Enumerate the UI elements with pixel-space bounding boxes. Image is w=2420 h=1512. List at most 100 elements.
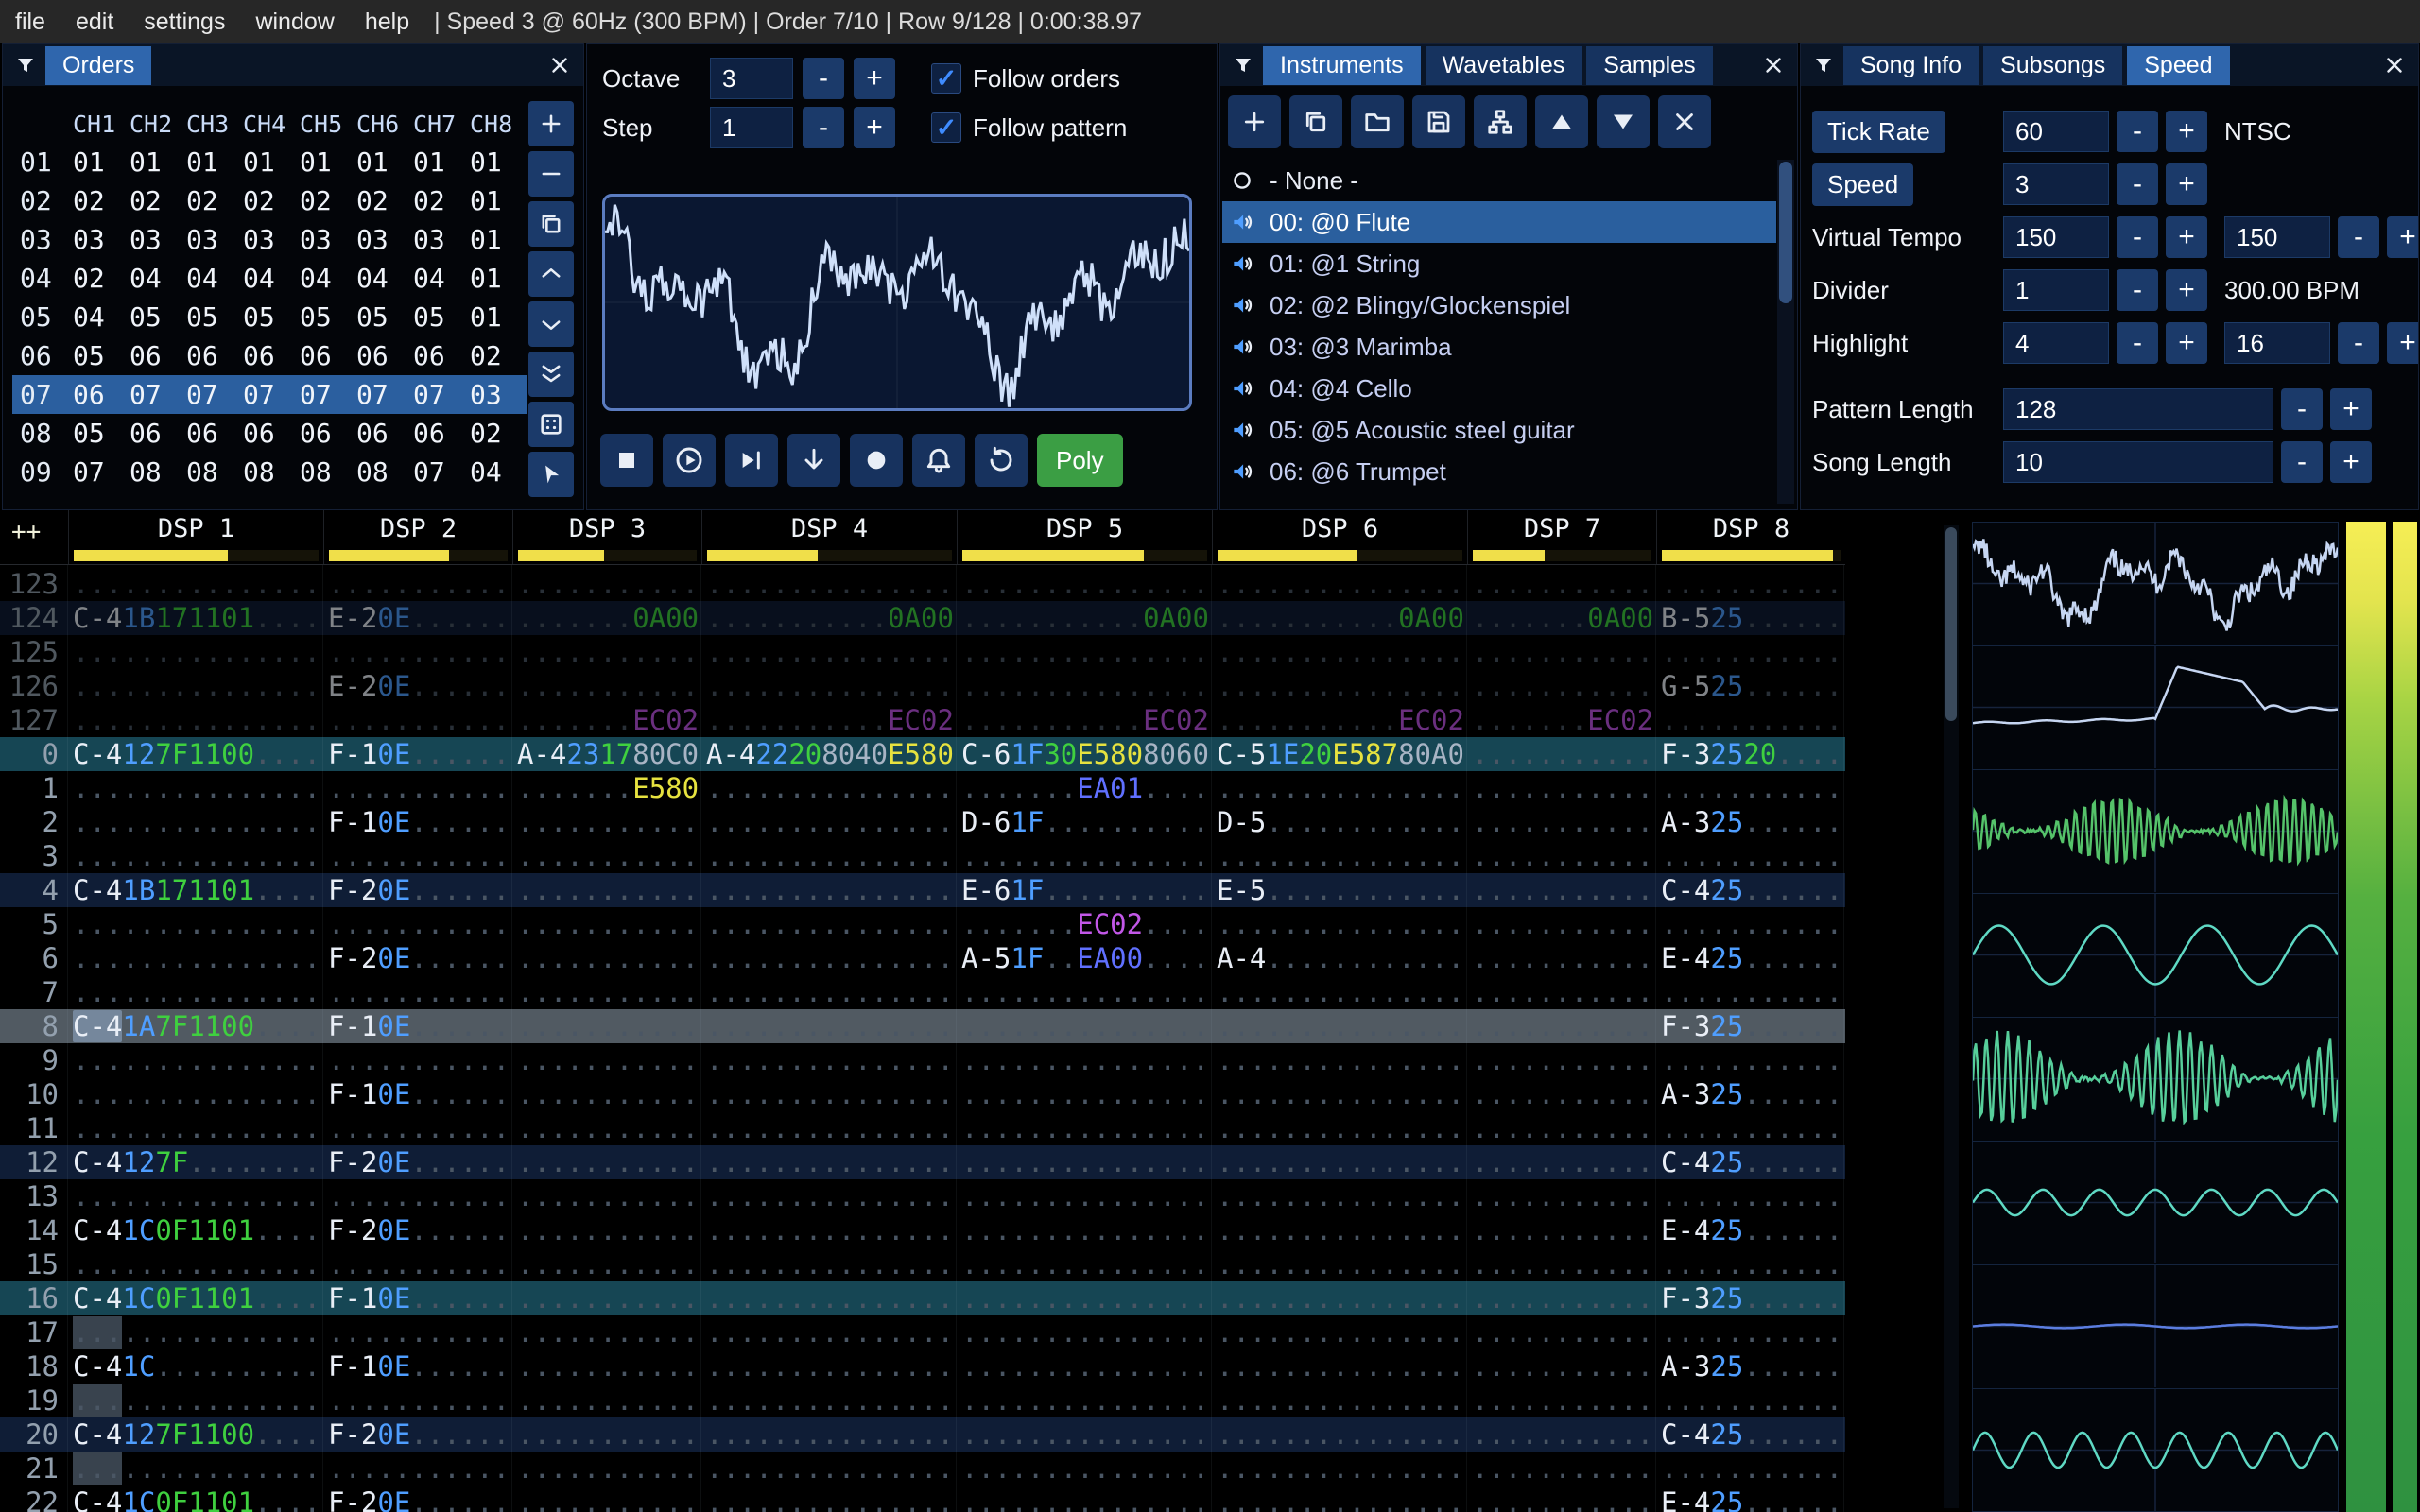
tab-speed[interactable]: Speed	[2127, 45, 2230, 85]
order-row-number[interactable]: 05	[12, 301, 73, 333]
pattern-cell[interactable]: ...............	[68, 1077, 323, 1111]
pattern-cell[interactable]: ...........	[512, 1315, 701, 1349]
pattern-cell[interactable]: ...........	[512, 1145, 701, 1179]
pattern-cell[interactable]: ...........	[512, 1043, 701, 1077]
pattern-cell[interactable]: E-61F..........	[957, 873, 1212, 907]
order-cell-ch2[interactable]: 01	[130, 146, 186, 178]
pattern-cell[interactable]: ...............	[68, 1315, 323, 1349]
pattern-cell[interactable]: ...........	[512, 567, 701, 601]
pattern-cell[interactable]: ...............	[701, 1247, 957, 1281]
channel-header-dsp-1[interactable]: DSP 1	[68, 510, 323, 564]
order-cell-ch2[interactable]: 02	[130, 185, 186, 216]
order-cell-ch7[interactable]: 07	[413, 456, 470, 488]
pattern-cell[interactable]: ...............	[957, 1043, 1212, 1077]
pattern-scrollbar[interactable]	[1944, 525, 1959, 1508]
order-cell-ch4[interactable]: 01	[243, 146, 300, 178]
speaker-icon[interactable]	[1230, 293, 1258, 318]
pattern-cell[interactable]: ...............	[68, 839, 323, 873]
order-cell-ch1[interactable]: 06	[73, 379, 130, 410]
pattern-cell[interactable]: ...........	[1467, 1213, 1656, 1247]
pattern-cell[interactable]: ...............	[957, 1009, 1212, 1043]
pattern-cell[interactable]: C-4127F1100....	[68, 1418, 323, 1452]
pattern-cell[interactable]: ...........	[323, 1315, 512, 1349]
order-cell-ch5[interactable]: 06	[300, 340, 356, 371]
pattern-cell[interactable]: ...........	[1656, 839, 1845, 873]
menu-item-settings[interactable]: settings	[129, 9, 240, 35]
pattern-cell[interactable]: ...........	[512, 1009, 701, 1043]
pattern-cell[interactable]: ...........	[1467, 567, 1656, 601]
instrument-item[interactable]: 03: @3 Marimba	[1222, 326, 1776, 368]
order-row-number[interactable]: 01	[12, 146, 73, 178]
pattern-cell[interactable]: F-10E......	[323, 1077, 512, 1111]
pattern-length-decrease-button[interactable]: -	[2281, 388, 2323, 430]
pattern-cell[interactable]: A-325......	[1656, 1349, 1845, 1383]
order-cell-ch7[interactable]: 07	[413, 379, 470, 410]
channel-header-dsp-6[interactable]: DSP 6	[1212, 510, 1467, 564]
order-cell-ch4[interactable]: 06	[243, 340, 300, 371]
step-increase-button[interactable]: +	[854, 107, 895, 148]
pattern-cell[interactable]: ...............	[68, 567, 323, 601]
pattern-cell[interactable]: ...........	[1656, 771, 1845, 805]
pattern-cell[interactable]: ...........	[1467, 839, 1656, 873]
pattern-cell[interactable]: ...............	[957, 1486, 1212, 1512]
add-instrument-button[interactable]	[1228, 95, 1281, 148]
order-cell-ch2[interactable]: 08	[130, 456, 186, 488]
pattern-cell[interactable]: .......E580	[512, 771, 701, 805]
order-cell-ch4[interactable]: 08	[243, 456, 300, 488]
order-cell-ch6[interactable]: 05	[356, 301, 413, 333]
virtual-tempo-numerator-input[interactable]: 150	[2003, 216, 2109, 258]
pattern-cell[interactable]: ...............	[701, 873, 957, 907]
pattern-cell[interactable]: ...............	[68, 669, 323, 703]
pattern-cell[interactable]: ...........EC02	[957, 703, 1212, 737]
pattern-cell[interactable]: ...............	[701, 1009, 957, 1043]
order-cell-ch7[interactable]: 06	[413, 340, 470, 371]
pattern-cell[interactable]: C-425......	[1656, 1145, 1845, 1179]
pattern-cell[interactable]: ...............	[701, 1418, 957, 1452]
pattern-cell[interactable]: ...............	[957, 1077, 1212, 1111]
pattern-cell[interactable]: ...........	[1467, 1281, 1656, 1315]
order-cell-ch5[interactable]: 02	[300, 185, 356, 216]
order-cell-ch2[interactable]: 06	[130, 418, 186, 449]
pattern-cell[interactable]: ...........	[1467, 771, 1656, 805]
channel-header-dsp-7[interactable]: DSP 7	[1467, 510, 1656, 564]
tab-wavetables[interactable]: Wavetables	[1425, 45, 1582, 85]
tab-orders[interactable]: Orders	[45, 45, 152, 85]
pattern-cell[interactable]: ...............	[701, 907, 957, 941]
order-row-number[interactable]: 04	[12, 263, 73, 294]
pattern-cell[interactable]: F-20E......	[323, 1145, 512, 1179]
highlight-first-increase-button[interactable]: +	[2166, 322, 2207, 364]
tick-rate-button[interactable]: Tick Rate	[1812, 110, 1945, 153]
divider-decrease-button[interactable]: -	[2117, 269, 2158, 311]
pattern-cell[interactable]: ...........	[1467, 635, 1656, 669]
song-close-icon[interactable]	[2378, 49, 2411, 81]
pattern-cell[interactable]: ...........	[1656, 635, 1845, 669]
order-cell-ch3[interactable]: 05	[186, 301, 243, 333]
order-row-number[interactable]: 07	[12, 379, 73, 410]
speed-decrease-button[interactable]: -	[2117, 163, 2158, 205]
pattern-cell[interactable]: ...........	[323, 907, 512, 941]
pattern-cell[interactable]: ...........0A00	[1212, 601, 1467, 635]
pattern-cell[interactable]: E-5............	[1212, 873, 1467, 907]
menu-item-file[interactable]: file	[0, 9, 60, 35]
order-cell-ch8[interactable]: 01	[470, 263, 527, 294]
pattern-cell[interactable]: ...............	[701, 1145, 957, 1179]
pattern-cell[interactable]: ...........	[1467, 1077, 1656, 1111]
pattern-cell[interactable]: ...............	[68, 907, 323, 941]
pattern-cell[interactable]: ...........	[1467, 1383, 1656, 1418]
order-cell-ch4[interactable]: 04	[243, 263, 300, 294]
order-cell-ch2[interactable]: 03	[130, 224, 186, 255]
pattern-cell[interactable]: ...............	[957, 1281, 1212, 1315]
pattern-cell[interactable]: ...............	[701, 1213, 957, 1247]
pattern-cell[interactable]: C-425......	[1656, 1418, 1845, 1452]
pattern-cell[interactable]: ...............	[68, 941, 323, 975]
pattern-cell[interactable]: E-425......	[1656, 1213, 1845, 1247]
pattern-cell[interactable]: ...........	[1467, 737, 1656, 771]
order-cell-ch6[interactable]: 01	[356, 146, 413, 178]
order-cell-ch5[interactable]: 07	[300, 379, 356, 410]
instrument-item[interactable]: 00: @0 Flute	[1222, 201, 1776, 243]
order-cell-ch1[interactable]: 03	[73, 224, 130, 255]
pattern-cell[interactable]: ...............	[1212, 1179, 1467, 1213]
pattern-cell[interactable]: G-525......	[1656, 669, 1845, 703]
highlight-second-decrease-button[interactable]: -	[2338, 322, 2379, 364]
instrument-item[interactable]: 04: @4 Cello	[1222, 368, 1776, 409]
